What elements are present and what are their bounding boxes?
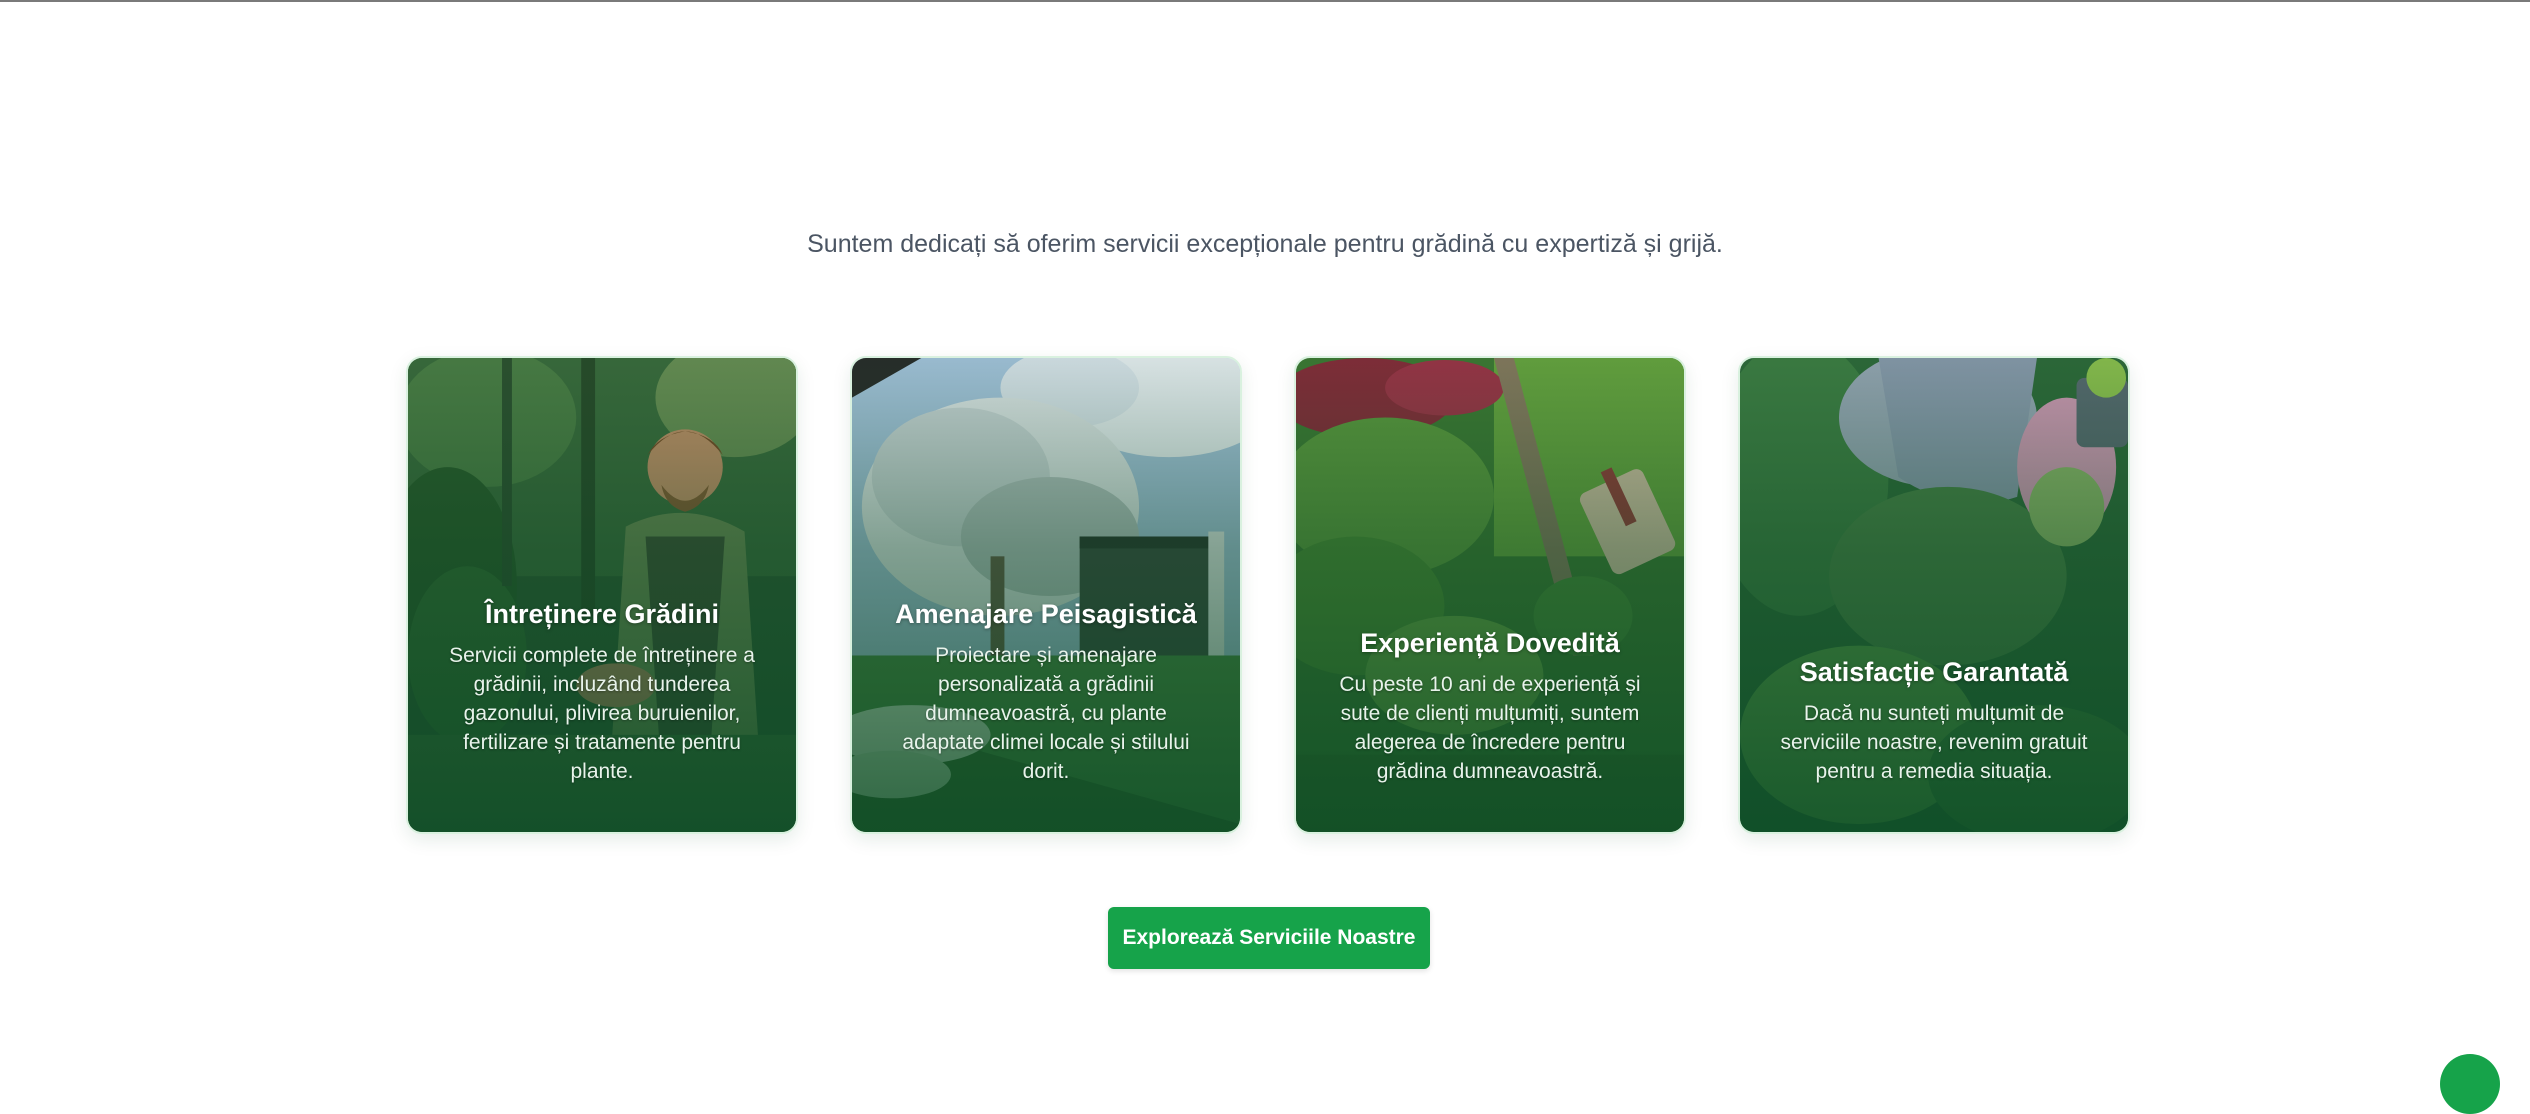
card-description: Dacă nu sunteți mulțumit de serviciile n… [1780, 702, 2088, 783]
top-divider [0, 0, 2530, 2]
card-description: Cu peste 10 ani de experiență și sute de… [1339, 673, 1641, 783]
card-title: Satisfacție Garantată [1799, 657, 2069, 687]
service-card-experience[interactable]: Experiență Dovedită Cu peste 10 ani de e… [1294, 356, 1686, 834]
service-card-garden-maintenance[interactable]: Întreținere Grădini Servicii complete de… [406, 356, 798, 834]
card-title: Întreținere Grădini [484, 599, 720, 629]
card-content: Amenajare Peisagistică Proiectare și ame… [852, 597, 1240, 786]
card-title: Experiență Dovedită [1360, 628, 1620, 658]
service-card-landscaping[interactable]: Amenajare Peisagistică Proiectare și ame… [850, 356, 1242, 834]
card-description: Servicii complete de întreținere a grădi… [449, 644, 755, 783]
services-cards: Întreținere Grădini Servicii complete de… [406, 356, 2132, 834]
card-content: Întreținere Grădini Servicii complete de… [408, 597, 796, 786]
card-content: Satisfacție Garantată Dacă nu sunteți mu… [1740, 655, 2128, 786]
card-title: Amenajare Peisagistică [895, 599, 1197, 629]
section-intro: Suntem dedicați să oferim servicii excep… [807, 230, 1723, 258]
card-content: Experiență Dovedită Cu peste 10 ani de e… [1296, 626, 1684, 786]
explore-services-button[interactable]: Explorează Serviciile Noastre [1108, 907, 1430, 969]
card-description: Proiectare și amenajare personalizată a … [902, 644, 1190, 783]
service-card-satisfaction[interactable]: Satisfacție Garantată Dacă nu sunteți mu… [1738, 356, 2130, 834]
floating-action-button[interactable] [2440, 1054, 2500, 1114]
